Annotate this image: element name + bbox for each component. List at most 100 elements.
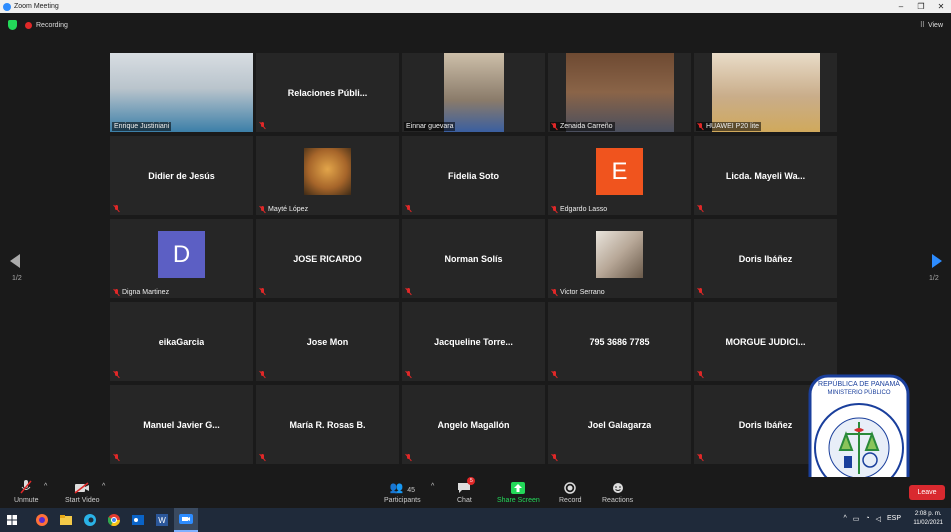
participant-tile[interactable]: Jose Mon [256,302,399,381]
battery-icon[interactable]: ▭ [853,515,860,523]
participant-avatar [596,231,643,278]
start-menu-icon[interactable] [0,508,24,532]
gallery-grid: Enrique Justiniani Relaciones Públi... Ein… [110,53,840,467]
muted-mic-icon [114,289,119,296]
reactions-button[interactable]: Reactions [602,480,633,504]
participant-tile[interactable]: JOSE RICARDO [256,219,399,298]
start-video-button[interactable]: Start Video [65,480,100,504]
chat-label: Chat [457,497,472,504]
participant-tile[interactable]: HUAWEI P20 lite [694,53,837,132]
participant-tile[interactable]: Manuel Javier G... [110,385,253,464]
audio-options-chevron-icon[interactable]: ^ [44,483,47,490]
participant-name: Didier de Jesús [148,170,215,181]
svg-text:W: W [158,516,166,525]
maximize-button[interactable]: ❐ [911,0,931,13]
share-screen-label: Share Screen [497,497,540,504]
participant-name-label: Victor Serrano [550,288,607,297]
next-page-arrow-icon[interactable] [932,254,942,268]
participant-tile[interactable]: Jacqueline Torre... [402,302,545,381]
participant-tile[interactable]: María R. Rosas B. [256,385,399,464]
tray-chevron-icon[interactable]: ^ [843,515,846,523]
participant-tile[interactable]: Einnar guevara [402,53,545,132]
window-titlebar: Zoom Meeting – ❐ ✕ [0,0,951,13]
participant-tile[interactable]: Victor Serrano [548,219,691,298]
system-tray: ^ ▭ ◔ ◁ ESP [843,515,901,523]
volume-icon[interactable]: ◁ [876,515,881,523]
leave-button[interactable]: Leave [909,485,945,500]
participant-tile[interactable]: Enrique Justiniani [110,53,253,132]
muted-mic-icon [406,288,411,295]
view-button[interactable]: ⠿ View [920,21,943,30]
muted-mic-icon [260,122,265,129]
participant-tile[interactable]: Norman Solís [402,219,545,298]
participant-tile[interactable]: Zenaida Carreño [548,53,691,132]
participant-name: Licda. Mayeli Wa... [725,170,806,181]
keyboard-language[interactable]: ESP [887,515,901,523]
word-icon[interactable]: W [150,508,174,532]
taskbar-clock[interactable]: 2:08 p. m. 11/02/2021 [913,510,943,528]
unmute-button[interactable]: Unmute [14,480,39,504]
recording-indicator[interactable]: Recording [25,21,68,29]
zoom-taskbar-icon[interactable] [174,508,198,532]
security-shield-icon[interactable] [8,20,17,30]
participant-name-label: Digna Martinez [112,288,171,297]
participant-tile[interactable]: MORGUE JUDICI... [694,302,837,381]
participant-tile[interactable]: 795 3686 7785 [548,302,691,381]
participant-tile[interactable]: E Edgardo Lasso [548,136,691,215]
participant-tile[interactable]: Didier de Jesús [110,136,253,215]
edge-icon[interactable] [78,508,102,532]
participant-name: Jose Mon [306,336,349,347]
reactions-label: Reactions [602,497,634,504]
participant-name-label: Einnar guevara [404,122,456,131]
share-screen-button[interactable]: Share Screen [497,480,540,504]
participants-count: 45 [407,487,416,494]
participant-tile[interactable]: Doris Ibáñez [694,219,837,298]
participant-name: Zenaida Carreño [560,123,613,130]
participant-name-label: Enrique Justiniani [112,122,172,131]
outlook-icon[interactable] [126,508,150,532]
participant-tile[interactable]: Relaciones Públi... [256,53,399,132]
participants-options-chevron-icon[interactable]: ^ [431,483,434,490]
participants-button[interactable]: 👥 45 Participants [384,480,421,504]
minimize-button[interactable]: – [891,0,911,13]
participant-avatar: E [596,148,643,195]
participant-video [566,53,674,132]
page-indicator-left: 1/2 [12,275,22,282]
participant-tile[interactable]: eikaGarcia [110,302,253,381]
video-camera-off-icon [74,482,90,494]
network-icon[interactable]: ◔ [865,515,869,523]
recording-label: Recording [36,21,68,29]
muted-mic-icon [698,288,703,295]
recording-dot-icon [25,21,32,29]
muted-mic-icon [114,371,119,378]
record-label: Record [559,497,582,504]
participant-tile[interactable]: D Digna Martinez [110,219,253,298]
participant-name: Angelo Magallón [437,419,510,430]
file-explorer-icon[interactable] [54,508,78,532]
participant-name: Mayté López [268,206,309,213]
muted-mic-icon [552,123,557,130]
chat-badge: 5 [467,477,476,485]
participant-name: Norman Solís [444,253,503,264]
participant-tile[interactable]: Fidelia Soto [402,136,545,215]
muted-mic-icon [552,371,557,378]
muted-mic-icon [260,454,265,461]
participant-name-label: HUAWEI P20 lite [696,122,762,131]
chrome-icon[interactable] [102,508,126,532]
participant-name: eikaGarcia [158,336,205,347]
chat-button[interactable]: 5 Chat [457,477,476,504]
participant-name: Fidelia Soto [447,170,499,181]
participant-tile[interactable]: Angelo Magallón [402,385,545,464]
participant-tile[interactable]: Licda. Mayeli Wa... [694,136,837,215]
muted-mic-icon [552,454,557,461]
record-button[interactable]: Record [559,480,582,504]
firefox-icon[interactable] [30,508,54,532]
participant-name: Relaciones Públi... [287,87,368,98]
participant-name: María R. Rosas B. [289,419,366,430]
participant-tile[interactable]: Joel Galagarza [548,385,691,464]
previous-page-arrow-icon[interactable] [10,254,20,268]
video-options-chevron-icon[interactable]: ^ [102,483,105,490]
close-button[interactable]: ✕ [931,0,951,13]
participant-tile[interactable]: Mayté López [256,136,399,215]
muted-mic-icon [260,206,265,213]
